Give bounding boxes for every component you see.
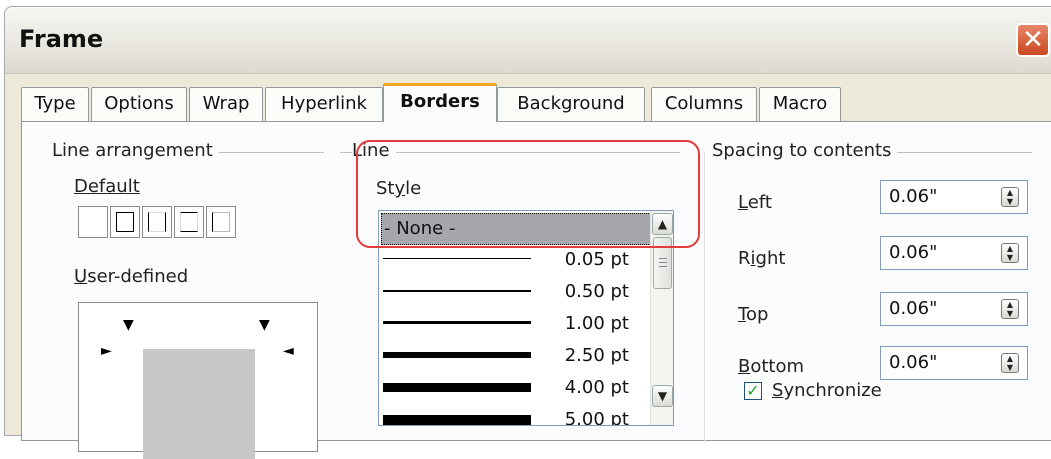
spin-arrows-icon[interactable]: ▲ ▼ bbox=[1001, 299, 1019, 319]
preset-left-icon bbox=[212, 212, 230, 232]
style-item-label: 0.50 pt bbox=[564, 281, 629, 302]
close-icon: ✕ bbox=[1022, 25, 1044, 55]
left-value: 0.06" bbox=[889, 186, 938, 207]
right-value: 0.06" bbox=[889, 242, 938, 263]
spin-arrows-icon[interactable]: ▲ ▼ bbox=[1001, 187, 1019, 207]
preset-no-border[interactable] bbox=[78, 206, 108, 238]
right-label: Right bbox=[738, 248, 786, 269]
title-bar: Frame ✕ bbox=[5, 7, 1051, 74]
borders-panel: Line arrangement Default User-defined ▼ … bbox=[21, 121, 1051, 459]
bottom-value: 0.06" bbox=[889, 352, 938, 373]
line-arrangement-label: Line arrangement bbox=[52, 140, 219, 161]
grip-line bbox=[659, 262, 667, 263]
default-label: Default bbox=[74, 176, 140, 197]
tab-columns[interactable]: Columns bbox=[651, 87, 757, 121]
style-item-0-05[interactable]: 0.05 pt bbox=[381, 245, 651, 277]
dialog-title: Frame bbox=[19, 25, 104, 53]
style-item-label: 4.00 pt bbox=[564, 377, 629, 398]
style-item-label: 1.00 pt bbox=[564, 313, 629, 334]
spin-arrows-icon[interactable]: ▲ ▼ bbox=[1001, 243, 1019, 263]
grip-line bbox=[659, 266, 667, 267]
tab-hyperlink[interactable]: Hyperlink bbox=[265, 87, 383, 121]
arrow-down-icon: ▼ bbox=[259, 317, 270, 333]
tab-options[interactable]: Options bbox=[91, 87, 187, 121]
frame-preview-area bbox=[143, 349, 255, 459]
spacing-group-label: Spacing to contents bbox=[712, 140, 898, 161]
user-defined-preview[interactable]: ▼ ▼ ► ◄ bbox=[78, 302, 318, 459]
arrow-right-icon: ► bbox=[101, 343, 112, 359]
style-item-label: 0.05 pt bbox=[564, 249, 629, 270]
preset-all-borders-icon bbox=[116, 212, 134, 232]
preset-left-border[interactable] bbox=[206, 206, 236, 238]
close-button[interactable]: ✕ bbox=[1016, 23, 1050, 57]
preset-all-borders[interactable] bbox=[110, 206, 140, 238]
checkmark-icon: ✓ bbox=[746, 381, 760, 400]
synchronize-label: Synchronize bbox=[772, 380, 882, 401]
preset-left-right-border[interactable] bbox=[142, 206, 172, 238]
vertical-separator bbox=[704, 152, 705, 442]
top-label: Top bbox=[738, 304, 769, 325]
annotation-highlight bbox=[356, 140, 700, 248]
style-item-1-00[interactable]: 1.00 pt bbox=[381, 309, 651, 341]
line-sample bbox=[383, 321, 531, 324]
arrow-left-icon: ◄ bbox=[283, 343, 294, 359]
synchronize-checkbox[interactable]: ✓ bbox=[744, 382, 762, 400]
line-sample bbox=[383, 258, 531, 259]
tab-wrap[interactable]: Wrap bbox=[189, 87, 263, 121]
preset-top-bottom-icon bbox=[180, 212, 198, 232]
left-label: Left bbox=[738, 192, 772, 213]
style-item-label: 5.00 pt bbox=[564, 409, 629, 426]
bottom-label: Bottom bbox=[738, 356, 805, 377]
line-sample bbox=[383, 415, 531, 425]
tab-borders[interactable]: Borders bbox=[383, 83, 497, 122]
user-defined-label: User-defined bbox=[74, 266, 189, 287]
right-spin-field[interactable]: 0.06" ▲ ▼ bbox=[880, 236, 1028, 270]
line-sample bbox=[383, 352, 531, 358]
style-item-label: 2.50 pt bbox=[564, 345, 629, 366]
style-item-2-50[interactable]: 2.50 pt bbox=[381, 341, 651, 373]
style-item-5-00[interactable]: 5.00 pt bbox=[381, 405, 651, 426]
left-spin-field[interactable]: 0.06" ▲ ▼ bbox=[880, 180, 1028, 214]
scroll-down-button[interactable]: ▼ bbox=[652, 385, 673, 407]
style-item-0-50[interactable]: 0.50 pt bbox=[381, 277, 651, 309]
grip-line bbox=[659, 258, 667, 259]
tab-type[interactable]: Type bbox=[21, 87, 89, 121]
tab-background[interactable]: Background bbox=[497, 87, 645, 121]
arrow-down-icon: ▼ bbox=[123, 317, 134, 333]
spin-arrows-icon[interactable]: ▲ ▼ bbox=[1001, 353, 1019, 373]
line-sample bbox=[383, 290, 531, 292]
bottom-spin-field[interactable]: 0.06" ▲ ▼ bbox=[880, 346, 1028, 380]
frame-dialog: Frame ✕ Type Options Wrap Hyperlink Bord… bbox=[4, 6, 1051, 459]
top-value: 0.06" bbox=[889, 298, 938, 319]
top-spin-field[interactable]: 0.06" ▲ ▼ bbox=[880, 292, 1028, 326]
style-item-4-00[interactable]: 4.00 pt bbox=[381, 373, 651, 405]
preset-left-right-icon bbox=[148, 212, 166, 232]
line-sample bbox=[383, 383, 531, 392]
preset-top-bottom-border[interactable] bbox=[174, 206, 204, 238]
chevron-down-icon: ▼ bbox=[657, 389, 668, 403]
tab-macro[interactable]: Macro bbox=[759, 87, 841, 121]
